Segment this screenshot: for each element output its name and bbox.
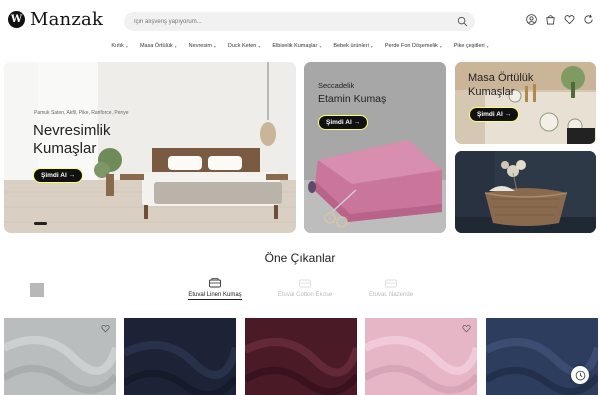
nav-item-pike[interactable]: Pike çeşitleri ▾ xyxy=(454,40,489,52)
chevron-down-icon: ▾ xyxy=(213,43,216,49)
hero-title-line2: Kumaşlar xyxy=(468,86,515,98)
nav-item-kirlik[interactable]: Kırlık ▾ xyxy=(111,40,128,52)
hero-title: Etamin Kumaş xyxy=(318,93,387,105)
hero-banner-etamin[interactable]: Seccadelik Etamin Kumaş Şimdi Al → xyxy=(304,62,446,233)
product-image xyxy=(245,318,357,395)
hero-banner-bebek[interactable] xyxy=(455,151,596,233)
hero-title-line1: Masa Örtülük xyxy=(468,72,534,84)
nav-item-duck-keten[interactable]: Duck Keten ▾ xyxy=(228,40,260,52)
tab-label: Etuval. Nazende xyxy=(368,292,414,298)
refresh-icon[interactable] xyxy=(583,14,594,25)
nav-label: Nevresim xyxy=(188,43,212,49)
nav-item-bebek[interactable]: Bebek ürünleri ▾ xyxy=(333,40,372,52)
heart-icon[interactable] xyxy=(101,324,110,333)
nav-item-perde[interactable]: Perde Fon Döşemelik ▾ xyxy=(385,40,442,52)
clock-icon xyxy=(575,370,585,380)
history-button[interactable] xyxy=(571,366,589,384)
product-card[interactable] xyxy=(365,318,477,395)
chevron-down-icon: ▾ xyxy=(486,43,489,49)
user-icon[interactable] xyxy=(526,14,537,25)
hero-title-line1: Nevresimlik xyxy=(33,122,111,139)
carousel-indicator[interactable] xyxy=(34,222,47,225)
product-image xyxy=(365,318,477,395)
nav-item-nevresim[interactable]: Nevresim ▾ xyxy=(189,40,216,52)
product-card[interactable] xyxy=(124,318,236,395)
fabric-icon xyxy=(209,278,221,288)
header: W Manzak xyxy=(0,0,600,36)
brand-name: Manzak xyxy=(30,9,104,30)
shop-now-button[interactable]: Şimdi Al → xyxy=(469,107,520,122)
heart-icon[interactable] xyxy=(462,324,471,333)
chevron-down-icon: ▾ xyxy=(439,43,442,49)
chevron-down-icon: ▾ xyxy=(319,43,322,49)
search-input[interactable] xyxy=(134,14,434,29)
nav-label: Masa Örtülük xyxy=(139,43,173,49)
section-title: Öne Çıkanlar xyxy=(264,251,336,265)
hero-banner-masa-ortuluk[interactable]: Masa Örtülük Kumaşlar Şimdi Al → xyxy=(455,62,596,144)
logo[interactable]: W Manzak xyxy=(8,9,103,30)
nav-item-elbiselik[interactable]: Elbiselik Kumaşlar ▾ xyxy=(272,40,321,52)
tab-etuval-nazende[interactable]: Etuval. Nazende xyxy=(351,277,431,298)
shop-now-button[interactable]: Şimdi Al → xyxy=(33,168,84,183)
hero-title-line2: Kumaşlar xyxy=(33,140,97,157)
tab-label: Etuval Cotton Ekose xyxy=(277,292,333,298)
product-tabs: Etuval Linen Kumaş Etuval Cotton Ekose E… xyxy=(175,277,435,305)
fabric-icon xyxy=(299,279,311,288)
nav-label: Pike çeşitleri xyxy=(453,43,485,49)
tab-etuval-linen[interactable]: Etuval Linen Kumaş xyxy=(175,277,255,300)
search-bar xyxy=(124,12,475,31)
hero-title: Masa Örtülük Kumaşlar xyxy=(468,71,533,99)
shop-now-button[interactable]: Şimdi Al → xyxy=(318,115,369,130)
placeholder-image xyxy=(30,283,44,297)
bag-icon[interactable] xyxy=(545,14,556,25)
hero-title: Nevresimlik Kumaşlar xyxy=(33,122,111,158)
logo-mark: W xyxy=(8,11,25,28)
baby-basket-image xyxy=(455,151,596,233)
nav-label: Bebek ürünleri xyxy=(333,43,369,49)
product-image xyxy=(4,318,116,395)
tab-etuval-cotton[interactable]: Etuval Cotton Ekose xyxy=(265,277,345,298)
chevron-down-icon: ▾ xyxy=(370,43,373,49)
tab-label: Etuval Linen Kumaş xyxy=(188,292,242,300)
main-nav: Kırlık ▾ Masa Örtülük ▾ Nevresim ▾ Duck Ket… xyxy=(0,40,600,52)
search-icon[interactable] xyxy=(457,16,468,27)
chevron-down-icon: ▾ xyxy=(174,43,177,49)
product-image xyxy=(124,318,236,395)
hero-banner-nevresim[interactable]: Pamuk Saten, Akfil, Pike, Ranforce, Peny… xyxy=(4,62,296,233)
product-card[interactable] xyxy=(4,318,116,395)
nav-item-masa-ortuluk[interactable]: Masa Örtülük ▾ xyxy=(140,40,177,52)
product-card[interactable] xyxy=(245,318,357,395)
nav-label: Perde Fon Döşemelik xyxy=(384,43,438,49)
nav-label: Duck Keten xyxy=(227,43,257,49)
fabric-icon xyxy=(385,279,397,288)
chevron-down-icon: ▾ xyxy=(125,43,128,49)
hero-subtitle: Seccadelik xyxy=(318,81,355,90)
chevron-down-icon: ▾ xyxy=(258,43,261,49)
header-icons xyxy=(526,14,594,25)
nav-label: Elbiselik Kumaşlar xyxy=(272,43,318,49)
hero-subtitle: Pamuk Saten, Akfil, Pike, Ranforce, Peny… xyxy=(34,110,129,116)
heart-icon[interactable] xyxy=(564,14,575,25)
nav-label: Kırlık xyxy=(111,43,124,49)
